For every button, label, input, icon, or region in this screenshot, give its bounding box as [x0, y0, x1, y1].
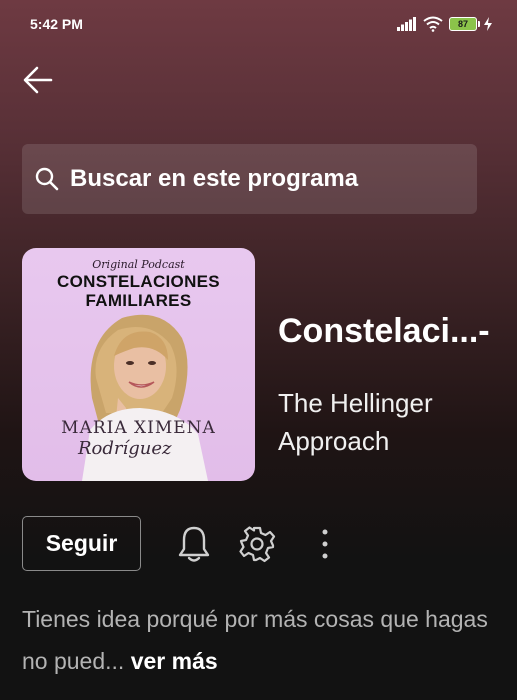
cover-signature: Rodríguez [78, 438, 172, 459]
gear-icon [239, 526, 276, 563]
search-icon [35, 167, 59, 191]
arrow-left-icon [23, 66, 53, 94]
battery-icon: 87 [449, 17, 480, 31]
wifi-icon [423, 16, 443, 32]
cover-author: MARIA XIMENA [61, 418, 216, 438]
battery-level: 87 [457, 19, 468, 29]
podcast-publisher[interactable]: The Hellinger Approach [278, 384, 498, 460]
back-button[interactable] [18, 60, 58, 100]
description-text: Tienes idea porqué por más cosas que hag… [22, 606, 488, 674]
search-label: Buscar en este programa [70, 165, 359, 192]
more-options-button[interactable] [305, 522, 345, 566]
podcast-cover: Original Podcast CONSTELACIONES FAMILIAR… [22, 248, 255, 481]
notifications-button[interactable] [174, 522, 214, 566]
signal-icon [397, 17, 416, 31]
podcast-description: Tienes idea porqué por más cosas que hag… [22, 598, 492, 682]
see-more-link[interactable]: ver más [131, 648, 218, 674]
podcast-title: Constelaci...- [278, 312, 490, 350]
settings-button[interactable] [237, 522, 277, 566]
follow-button[interactable]: Seguir [22, 516, 141, 571]
status-time: 5:42 PM [30, 16, 83, 32]
more-vertical-icon [322, 529, 328, 559]
search-input[interactable]: Buscar en este programa [22, 144, 477, 214]
status-icons: 87 [397, 16, 493, 32]
charging-icon [484, 17, 492, 31]
status-bar: 5:42 PM 87 [0, 0, 517, 48]
bell-icon [178, 526, 210, 562]
